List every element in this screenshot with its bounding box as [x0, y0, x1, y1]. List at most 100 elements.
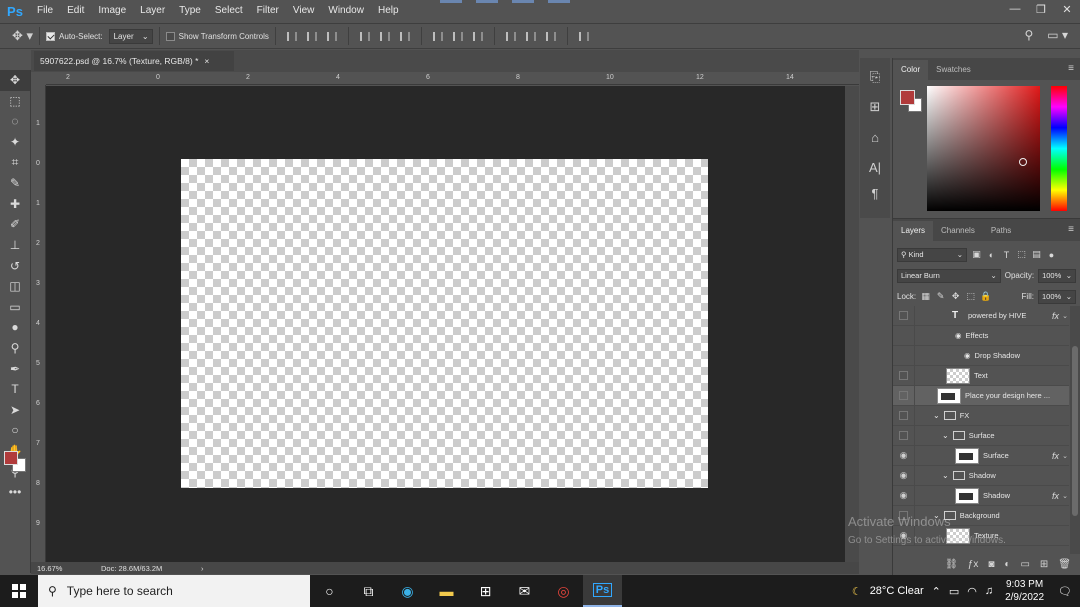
path-selection-tool-icon[interactable]: ➤ — [0, 400, 30, 421]
character-panel-icon[interactable]: A| — [860, 156, 890, 178]
menu-image[interactable]: Image — [91, 0, 133, 22]
filter-pixel-icon[interactable]: ▣ — [971, 249, 982, 260]
menu-help[interactable]: Help — [371, 0, 406, 22]
tab-channels[interactable]: Channels — [933, 221, 983, 241]
expand-caret-icon[interactable]: ⌄ — [942, 471, 949, 480]
filter-toggle-icon[interactable]: ● — [1046, 249, 1057, 260]
blur-tool-icon[interactable]: ● — [0, 317, 30, 338]
filter-smart-object-icon[interactable]: ▤ — [1031, 249, 1042, 260]
layer-row[interactable]: ◉ Effects — [893, 325, 1069, 346]
lock-artboard-icon[interactable]: ⬚ — [965, 291, 976, 302]
lock-all-icon[interactable]: 🔒 — [980, 291, 991, 302]
layer-row[interactable]: ◉ Surface fx ⌄ — [893, 445, 1069, 466]
magic-wand-tool-icon[interactable]: ✦ — [0, 132, 30, 153]
tab-paths[interactable]: Paths — [983, 221, 1019, 241]
tool-presets-icon[interactable]: ⌂ — [860, 126, 890, 148]
layer-row[interactable]: Tpowered by HIVE fx ⌄ — [893, 306, 1069, 326]
distribute-bottom-button[interactable] — [471, 30, 485, 42]
layer-row[interactable]: ◉ ⌄ Shadow — [893, 465, 1069, 486]
chevron-up-icon[interactable]: ⌃ — [932, 585, 941, 598]
lasso-tool-icon[interactable]: ◌ — [0, 111, 30, 132]
weather-text[interactable]: 28°C Clear — [870, 585, 924, 597]
type-tool-icon[interactable]: T — [0, 379, 30, 400]
fill-field[interactable]: 100% ⌄ — [1038, 289, 1076, 304]
align-top-button[interactable] — [285, 30, 299, 42]
visibility-toggle[interactable] — [893, 306, 915, 326]
eraser-tool-icon[interactable]: ◫ — [0, 276, 30, 297]
dodge-tool-icon[interactable]: ⚲ — [0, 338, 30, 359]
opacity-field[interactable]: 100% ⌄ — [1038, 268, 1076, 283]
distribute-vcenter-button[interactable] — [451, 30, 465, 42]
eye-icon[interactable]: ◉ — [893, 485, 915, 506]
menu-type[interactable]: Type — [172, 0, 208, 22]
eye-icon[interactable]: ◉ — [893, 445, 915, 466]
weather-moon-icon[interactable]: ☾ — [852, 585, 862, 598]
menu-edit[interactable]: Edit — [60, 0, 91, 22]
task-view-icon[interactable]: ⧉ — [349, 575, 388, 607]
filter-type-icon[interactable]: T — [1001, 249, 1012, 260]
menu-select[interactable]: Select — [208, 0, 250, 22]
volume-icon[interactable]: ♫ — [985, 585, 993, 597]
expand-caret-icon[interactable]: ⌄ — [942, 431, 949, 440]
filter-adjustment-icon[interactable]: ◐ — [986, 249, 997, 260]
gradient-tool-icon[interactable]: ▭ — [0, 297, 30, 318]
taskbar-search[interactable]: ⚲ Type here to search — [38, 575, 310, 607]
network-icon[interactable]: ▭ — [949, 585, 959, 598]
new-adjustment-icon[interactable]: ◐ — [1004, 559, 1010, 570]
align-vertical-center-button[interactable] — [305, 30, 319, 42]
link-layers-icon[interactable]: ⛓ — [945, 559, 958, 570]
add-style-icon[interactable]: ƒx — [968, 559, 979, 570]
move-tool-preset-icon[interactable]: ✥ ▾ — [12, 28, 33, 44]
hue-slider[interactable] — [1051, 86, 1067, 211]
close-button[interactable]: ✕ — [1054, 0, 1080, 18]
new-group-icon[interactable]: ▭ — [1020, 559, 1029, 570]
start-button[interactable] — [0, 575, 38, 607]
new-layer-icon[interactable]: ⊞ — [1040, 559, 1048, 570]
color-picker-field[interactable] — [927, 86, 1040, 211]
align-right-button[interactable] — [398, 30, 412, 42]
tab-swatches[interactable]: Swatches — [928, 60, 979, 80]
foreground-color-swatch[interactable] — [4, 451, 18, 465]
minimize-button[interactable]: — — [1002, 0, 1028, 18]
chevron-down-icon[interactable]: ⌄ — [1062, 492, 1068, 500]
brush-tool-icon[interactable]: ✐ — [0, 214, 30, 235]
distribute-right-button[interactable] — [544, 30, 558, 42]
distribute-top-button[interactable] — [431, 30, 445, 42]
status-menu-icon[interactable]: › — [201, 564, 204, 573]
marquee-tool-icon[interactable]: ⬚ — [0, 91, 30, 112]
menu-window[interactable]: Window — [321, 0, 371, 22]
history-brush-tool-icon[interactable]: ↺ — [0, 255, 30, 276]
properties-panel-icon[interactable]: ⊞ — [860, 96, 890, 118]
layer-row[interactable]: ◉ Shadow fx ⌄ — [893, 485, 1069, 506]
chrome-icon[interactable]: ◎ — [544, 575, 583, 607]
eyedropper-tool-icon[interactable]: ✎ — [0, 173, 30, 194]
document-tab[interactable]: 5907622.psd @ 16.7% (Texture, RGB/8) * × — [34, 51, 234, 71]
move-tool-icon[interactable]: ✥ — [0, 70, 30, 91]
more-tools-icon[interactable]: ••• — [0, 482, 30, 503]
tab-color[interactable]: Color — [893, 60, 929, 80]
visibility-toggle[interactable] — [893, 405, 915, 426]
layer-row[interactable]: Place your design here ... — [893, 385, 1069, 406]
layer-row[interactable]: ⌄ FX — [893, 405, 1069, 426]
eye-icon[interactable] — [893, 345, 915, 366]
pen-tool-icon[interactable]: ✒ — [0, 358, 30, 379]
layer-effects-icon[interactable]: fx — [1052, 451, 1059, 461]
layer-row[interactable]: ◉ Drop Shadow — [893, 345, 1069, 366]
chevron-down-icon[interactable]: ⌄ — [1062, 312, 1068, 320]
panel-menu-icon[interactable]: ≡ — [1068, 224, 1074, 235]
eye-icon[interactable] — [893, 325, 915, 346]
file-explorer-icon[interactable]: ▬ — [427, 575, 466, 607]
align-horizontal-center-button[interactable] — [378, 30, 392, 42]
history-panel-icon[interactable]: ⎘ — [860, 66, 890, 88]
layer-row[interactable]: Text — [893, 365, 1069, 386]
align-left-button[interactable] — [358, 30, 372, 42]
paragraph-panel-icon[interactable]: ¶ — [860, 182, 890, 204]
layer-row[interactable]: ⌄ Surface — [893, 425, 1069, 446]
expand-caret-icon[interactable]: ⌄ — [933, 411, 940, 420]
show-transform-checkbox[interactable]: Show Transform Controls — [165, 31, 269, 41]
clone-stamp-tool-icon[interactable]: ⊥ — [0, 235, 30, 256]
tab-layers[interactable]: Layers — [893, 221, 934, 241]
crop-tool-icon[interactable]: ⌗ — [0, 152, 30, 173]
color-panel-foreground-swatch[interactable] — [900, 90, 915, 105]
layer-effects-icon[interactable]: fx — [1052, 311, 1059, 321]
